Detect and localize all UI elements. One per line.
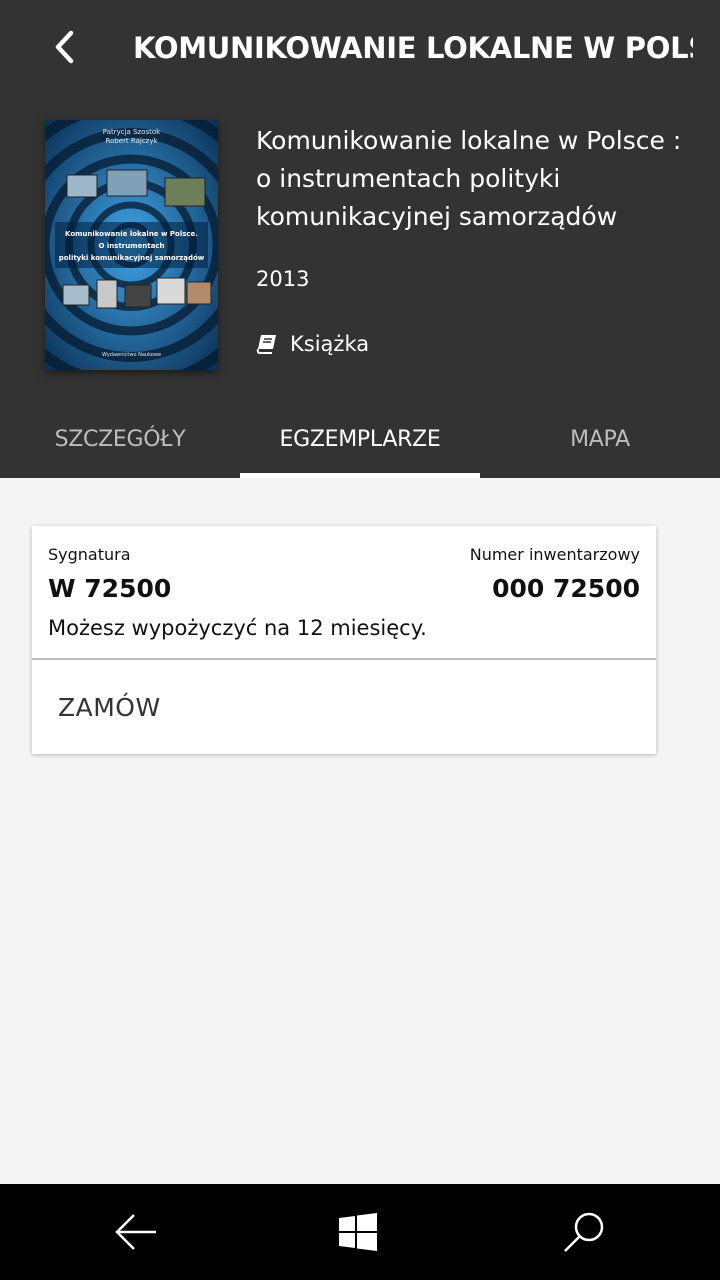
book-title: Komunikowanie lokalne w Polsce : o instr… — [256, 126, 682, 231]
order-button[interactable]: ZAMÓW — [32, 660, 656, 754]
tab-map[interactable]: MAPA — [480, 400, 720, 478]
tab-copies[interactable]: EGZEMPLARZE — [240, 400, 480, 478]
book-cover: Patrycja Szostok Robert Rajczyk Komuniko… — [45, 120, 218, 370]
nav-search-button[interactable] — [524, 1184, 644, 1280]
cover-title-2: O instrumentach — [98, 242, 165, 250]
cover-author-1: Patrycja Szostok — [102, 128, 161, 136]
signature-label: Sygnatura — [48, 545, 131, 564]
cover-title-1: Komunikowanie lokalne w Polsce. — [65, 230, 198, 238]
nav-home-button[interactable] — [298, 1184, 418, 1280]
book-year: 2013 — [256, 267, 310, 291]
cover-author-2: Robert Rajczyk — [105, 137, 158, 145]
chevron-left-icon — [55, 30, 74, 64]
book-type: Książka — [256, 328, 369, 360]
inventory-label: Numer inwentarzowy — [469, 545, 640, 564]
book-type-label: Książka — [290, 332, 370, 356]
inventory-value: 000 72500 — [492, 574, 640, 603]
header: KOMUNIKOWANIE LOKALNE W POLS... Patrycja… — [0, 0, 720, 478]
system-navbar — [0, 1184, 720, 1280]
tab-details[interactable]: SZCZEGÓŁY — [0, 400, 240, 478]
windows-logo-icon — [339, 1213, 377, 1251]
cover-title-3: polityki komunikacyjnej samorządów — [58, 254, 205, 262]
tab-bar: SZCZEGÓŁY EGZEMPLARZE MAPA — [0, 400, 720, 478]
search-icon — [564, 1212, 604, 1252]
page-title: KOMUNIKOWANIE LOKALNE W POLS... — [133, 31, 693, 65]
loan-note: Możesz wypożyczyć na 12 miesięcy. — [48, 616, 427, 640]
signature-value: W 72500 — [48, 574, 172, 603]
back-button[interactable] — [40, 22, 90, 72]
copy-card: Sygnatura Numer inwentarzowy W 72500 000… — [32, 526, 656, 754]
back-arrow-icon — [115, 1214, 156, 1250]
book-icon — [256, 335, 276, 354]
nav-back-button[interactable] — [76, 1184, 196, 1280]
order-button-label: ZAMÓW — [58, 692, 161, 722]
cover-publisher: Wydawnictwo Naukowe — [101, 352, 162, 358]
